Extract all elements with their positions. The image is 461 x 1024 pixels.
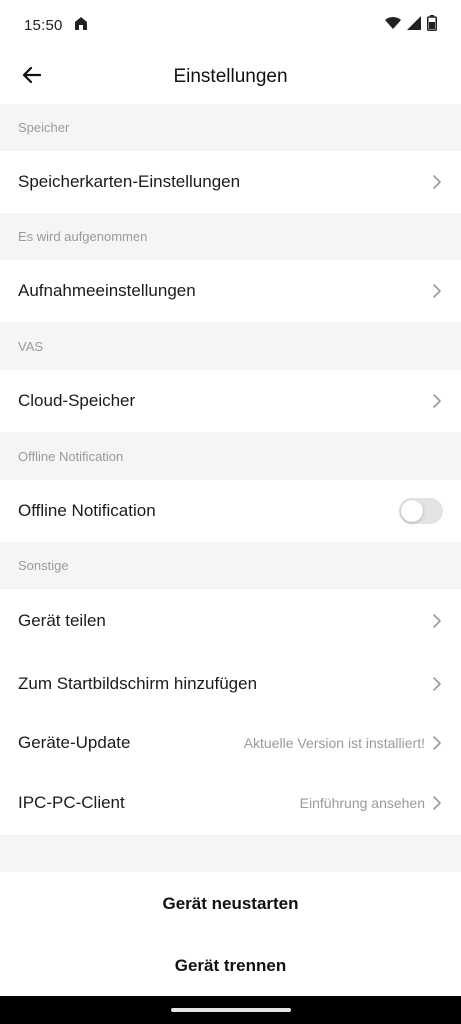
row-add-to-home-screen[interactable]: Zum Startbildschirm hinzufügen [0,652,461,715]
chevron-right-icon [431,735,443,751]
pc-client-intro-value: Einführung ansehen [299,794,425,811]
system-nav-bar [0,996,461,1024]
row-label: Aufnahmeeinstellungen [18,281,196,300]
offline-notification-toggle[interactable] [399,498,443,524]
row-label: Speicherkarten-Einstellungen [18,172,241,191]
home-gesture-handle[interactable] [170,1008,291,1012]
row-label: Gerät teilen [18,610,106,630]
row-cloud-storage[interactable]: Cloud-Speicher [0,370,461,432]
page-title: Einstellungen [173,66,288,87]
row-label: Zum Startbildschirm hinzufügen [18,673,258,693]
battery-icon [427,15,437,35]
disconnect-device-button[interactable]: Gerät trennen [0,935,461,996]
app-bar: Einstellungen [0,50,461,104]
section-header-offline: Offline Notification [18,448,124,464]
toggle-knob [401,500,423,522]
chevron-right-icon [431,283,443,299]
row-offline-notification: Offline Notification [0,480,461,542]
status-time: 15:50 [24,16,63,34]
section-header-vas: VAS [18,338,44,354]
chevron-right-icon [431,393,443,409]
section-header-recording: Es wird aufgenommen [18,229,148,244]
row-device-update[interactable]: Geräte-Update Aktuelle Version ist insta… [0,715,461,770]
back-button[interactable] [14,61,48,93]
row-ipc-pc-client[interactable]: IPC-PC-Client Einführung ansehen [0,770,461,835]
row-label: Offline Notification [18,501,156,520]
section-header-storage: Speicher [18,120,70,135]
row-recording-settings[interactable]: Aufnahmeeinstellungen [0,260,461,322]
restart-device-button[interactable]: Gerät neustarten [0,872,461,935]
row-share-device[interactable]: Gerät teilen [0,589,461,652]
home-icon [73,15,89,35]
row-label: Cloud-Speicher [18,391,136,410]
signal-icon [407,16,421,34]
chevron-right-icon [431,613,443,629]
wifi-icon [385,16,401,34]
chevron-right-icon [431,174,443,190]
row-label: Geräte-Update [18,732,131,752]
row-label: IPC-PC-Client [18,792,125,812]
chevron-right-icon [431,795,443,811]
chevron-right-icon [431,676,443,692]
update-status-value: Aktuelle Version ist installiert! [243,734,425,751]
status-icons [385,15,437,35]
arrow-left-icon [21,66,42,89]
row-memory-card-settings[interactable]: Speicherkarten-Einstellungen [0,151,461,213]
section-header-other: Sonstige [18,558,69,573]
status-bar: 15:50 [0,0,461,50]
